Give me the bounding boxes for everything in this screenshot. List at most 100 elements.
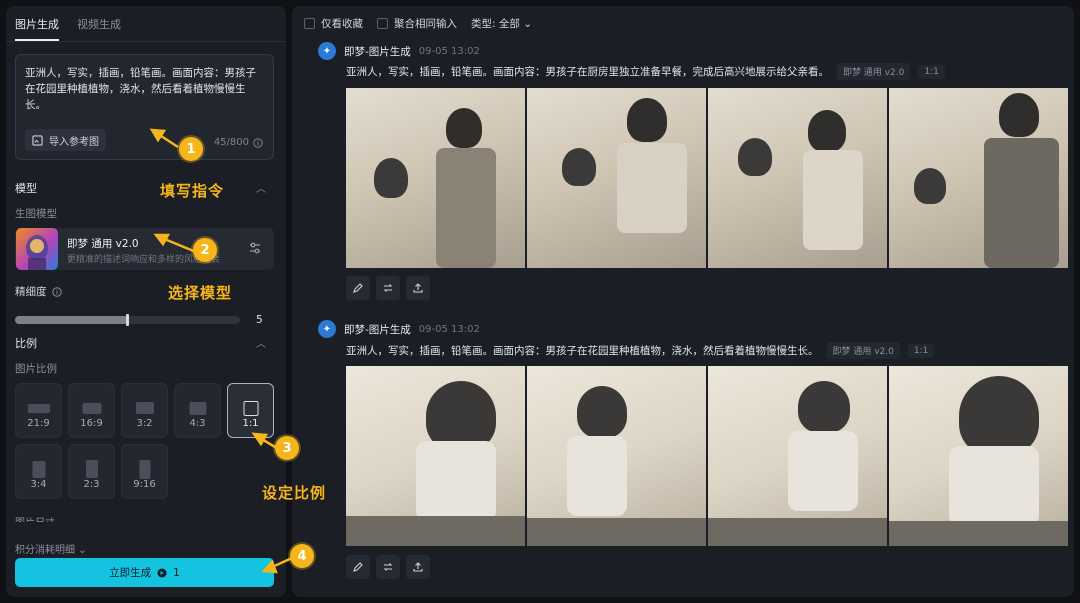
- detail-label-text: 精细度: [15, 286, 47, 298]
- tab-image-generation[interactable]: 图片生成: [15, 16, 59, 41]
- info-icon[interactable]: [51, 286, 62, 297]
- generated-image[interactable]: [527, 366, 706, 546]
- ratio-shape-icon: [85, 460, 98, 478]
- result-actions: [346, 276, 430, 300]
- ratio-shape-icon: [135, 402, 154, 414]
- generated-image[interactable]: [708, 88, 887, 268]
- ratio-option-16-9[interactable]: 16:9: [68, 383, 115, 438]
- ratio-tag: 1:1: [907, 343, 935, 358]
- merge-label: 聚合相同输入: [394, 18, 457, 30]
- regenerate-icon[interactable]: [376, 555, 400, 579]
- result-date: 09-05: [418, 323, 448, 335]
- ratio-option-4-3[interactable]: 4:3: [174, 383, 221, 438]
- info-icon[interactable]: [253, 137, 263, 148]
- ratio-label: 16:9: [80, 418, 103, 429]
- upload-icon[interactable]: [406, 555, 430, 579]
- credits-label: 积分消耗明细: [15, 545, 75, 556]
- generated-image[interactable]: [708, 366, 887, 546]
- ratio-option-21-9[interactable]: 21:9: [15, 383, 62, 438]
- ratio-option-3-4[interactable]: 3:4: [15, 444, 62, 499]
- ratio-option-3-2[interactable]: 3:2: [121, 383, 168, 438]
- ratio-shape-icon: [189, 401, 206, 415]
- detail-value: 5: [256, 314, 263, 326]
- edit-icon[interactable]: [346, 276, 370, 300]
- ratio-option-1-1[interactable]: 1:1: [227, 383, 274, 438]
- prompt-input[interactable]: 亚洲人，写实，插画，铅笔画。画面内容：男孩子在花园里种植植物，浇水，然后看着植物…: [15, 54, 274, 160]
- generated-image[interactable]: [527, 88, 706, 268]
- import-reference-button[interactable]: 导入参考图: [25, 129, 106, 151]
- ratio-subtitle: 图片比例: [15, 363, 57, 375]
- generated-image[interactable]: [346, 366, 525, 546]
- result-datetime: 09-05 13:02: [419, 46, 480, 57]
- edit-icon[interactable]: [346, 555, 370, 579]
- detail-label: 精细度: [15, 284, 62, 299]
- char-counter-value: 45/800: [213, 137, 249, 148]
- result-actions: [346, 555, 430, 579]
- dreamina-logo-icon: ✦: [318, 320, 336, 338]
- favorites-only-checkbox[interactable]: 仅看收藏: [304, 16, 363, 31]
- generated-image[interactable]: [889, 366, 1068, 546]
- result-images: [346, 366, 1068, 546]
- generate-button[interactable]: 立即生成 1: [15, 558, 274, 587]
- filter-bar: 仅看收藏 聚合相同输入 类型: 全部 ⌄: [304, 16, 532, 31]
- result-prompt: 亚洲人，写实，插画，铅笔画。画面内容：男孩子在厨房里独立准备早餐，完成后高兴地展…: [346, 63, 945, 80]
- ratio-label: 9:16: [133, 479, 156, 490]
- ratio-shape-icon: [32, 460, 45, 478]
- model-subtitle: 生图模型: [15, 208, 57, 220]
- ratio-collapse-icon[interactable]: ︿: [256, 335, 266, 350]
- result-prompt-text[interactable]: 亚洲人，写实，插画，铅笔画。画面内容：男孩子在厨房里独立准备早餐，完成后高兴地展…: [346, 64, 829, 79]
- ratio-label: 3:4: [30, 479, 47, 490]
- model-collapse-icon[interactable]: ︿: [256, 180, 266, 195]
- checkbox-icon: [304, 18, 315, 29]
- char-counter: 45/800: [214, 137, 263, 148]
- upload-icon[interactable]: [406, 276, 430, 300]
- result-header: ✦ 即梦-图片生成 09-05 13:02: [318, 42, 480, 60]
- settings-sliders-icon[interactable]: [248, 241, 262, 255]
- tab-video-generation[interactable]: 视频生成: [77, 16, 121, 41]
- dreamina-logo-icon: ✦: [318, 42, 336, 60]
- result-title: 即梦-图片生成: [344, 45, 411, 58]
- annotation-label-3: 设定比例: [262, 484, 327, 502]
- mode-tabs: 图片生成 视频生成: [6, 6, 286, 42]
- model-tag: 即梦 通用 v2.0: [826, 342, 900, 359]
- ratio-option-2-3[interactable]: 2:3: [68, 444, 115, 499]
- ratio-shape-icon: [27, 403, 50, 413]
- merge-same-input-checkbox[interactable]: 聚合相同输入: [377, 16, 457, 31]
- type-filter-dropdown[interactable]: 类型: 全部 ⌄: [471, 16, 532, 31]
- checkbox-icon: [377, 18, 388, 29]
- ratio-tag: 1:1: [918, 64, 945, 79]
- annotation-step-3: 3: [275, 436, 299, 460]
- generate-label: 立即生成: [109, 567, 152, 579]
- detail-slider-handle[interactable]: [125, 314, 129, 326]
- annotation-step-4: 4: [290, 544, 314, 568]
- left-panel: 图片生成 视频生成 亚洲人，写实，插画，铅笔画。画面内容：男孩子在花园里种植植物…: [6, 6, 286, 597]
- result-header: ✦ 即梦-图片生成 09-05 13:02: [318, 320, 480, 338]
- generate-cost: 1: [173, 566, 180, 579]
- annotation-step-2: 2: [193, 238, 217, 262]
- ratio-shape-icon: [139, 459, 150, 479]
- credit-coin-icon: [157, 568, 167, 577]
- ratio-label: 1:1: [242, 418, 259, 429]
- ratio-section-title: 比例: [15, 337, 37, 350]
- generated-image[interactable]: [889, 88, 1068, 268]
- credits-detail-toggle[interactable]: 积分消耗明细 ⌄: [15, 541, 87, 556]
- regenerate-icon[interactable]: [376, 276, 400, 300]
- result-datetime: 09-05 13:02: [419, 324, 480, 335]
- prompt-text[interactable]: 亚洲人，写实，插画，铅笔画。画面内容：男孩子在花园里种植植物，浇水，然后看着植物…: [16, 55, 273, 123]
- ratio-label: 21:9: [27, 418, 50, 429]
- result-time: 13:02: [451, 45, 480, 57]
- result-date: 09-05: [418, 45, 448, 57]
- ratio-option-9-16[interactable]: 9:16: [121, 444, 168, 499]
- annotation-label-1: 填写指令: [160, 182, 225, 200]
- model-selector[interactable]: 即梦 通用 v2.0 更精准的描述词响应和多样的风格组合: [15, 228, 274, 270]
- detail-slider[interactable]: [15, 314, 240, 326]
- generated-image[interactable]: [346, 88, 525, 268]
- ratio-shape-icon: [243, 400, 258, 416]
- image-import-icon: [32, 134, 43, 146]
- result-images: [346, 88, 1068, 268]
- model-thumbnail: [16, 228, 58, 270]
- model-section-title: 模型: [15, 182, 37, 195]
- type-filter-label: 类型: 全部: [471, 18, 520, 30]
- annotation-label-2: 选择模型: [168, 284, 233, 302]
- result-prompt-text[interactable]: 亚洲人，写实，插画，铅笔画。画面内容：男孩子在花园里种植植物，浇水，然后看着植物…: [346, 343, 819, 358]
